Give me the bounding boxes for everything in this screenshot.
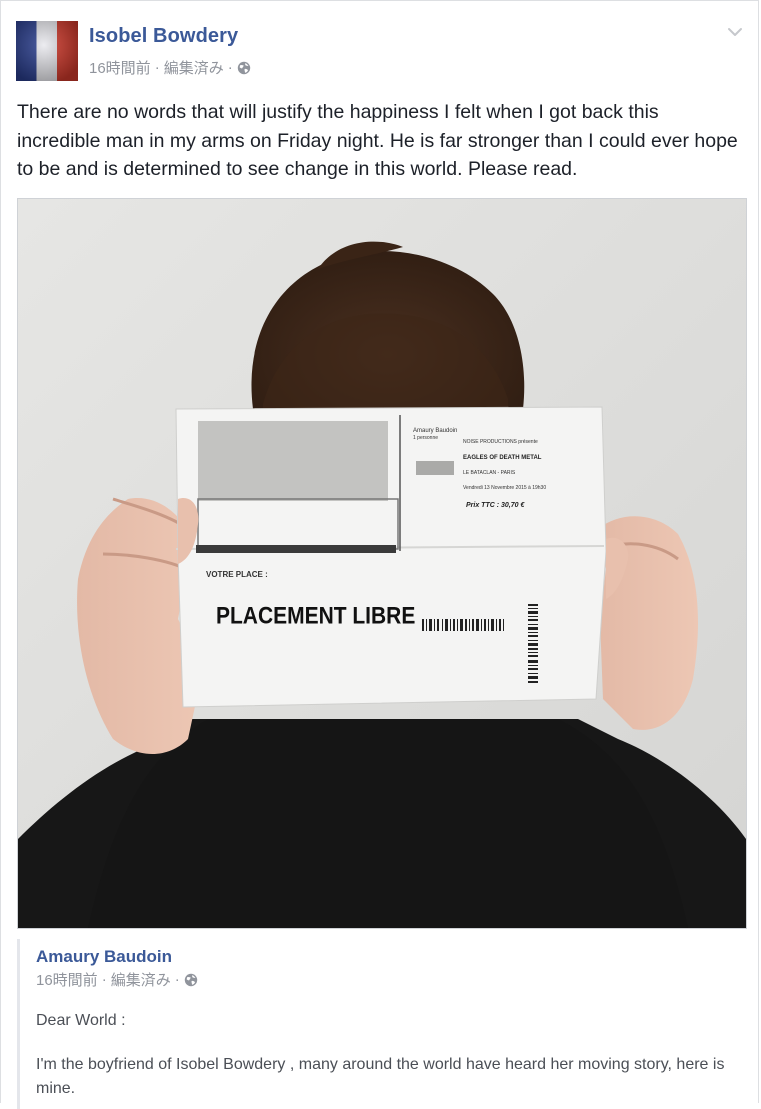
meta-separator: ·	[154, 59, 160, 76]
shared-post[interactable]: Amaury Baudoin 16時間前 · 編集済み · Dear World…	[17, 939, 747, 1109]
author-avatar[interactable]	[16, 21, 78, 81]
ticket-date: Vendredi 13 Novembre 2015 à 19h30	[463, 485, 546, 491]
shared-author-link[interactable]: Amaury Baudoin	[36, 947, 172, 967]
post-card: Isobel Bowdery 16時間前 · 編集済み · There are …	[0, 0, 759, 1109]
shared-greeting: Dear World :	[36, 1012, 126, 1029]
shared-meta: 16時間前 · 編集済み ·	[36, 969, 198, 990]
shared-body-text: I'm the boyfriend of Isobel Bowdery , ma…	[36, 1056, 725, 1097]
ticket-venue: LE BATACLAN - PARIS	[463, 470, 516, 476]
shared-edited-label[interactable]: 編集済み	[111, 969, 171, 990]
post-text: There are no words that will justify the…	[17, 101, 738, 180]
meta-separator: ·	[101, 971, 107, 988]
ticket-placement: PLACEMENT LIBRE	[216, 602, 415, 629]
globe-icon[interactable]	[184, 973, 198, 987]
meta-separator: ·	[227, 59, 233, 76]
post-timestamp[interactable]: 16時間前	[89, 57, 151, 78]
chevron-down-icon[interactable]	[726, 23, 744, 41]
ticket-price: Prix TTC : 30,70 €	[466, 502, 525, 509]
ticket-band: EAGLES OF DEATH METAL	[463, 455, 542, 461]
post-meta: 16時間前 · 編集済み ·	[89, 57, 251, 78]
author-name-link[interactable]: Isobel Bowdery	[89, 25, 238, 48]
meta-separator: ·	[174, 971, 180, 988]
post-photo[interactable]: Amaury Baudoin 1 personne NOISE PRODUCTI…	[17, 198, 747, 929]
ticket-presenter: NOISE PRODUCTIONS présente	[463, 439, 538, 445]
globe-icon[interactable]	[237, 61, 251, 75]
ticket-name: Amaury Baudoin	[413, 428, 457, 434]
ticket-place-label: VOTRE PLACE :	[206, 570, 268, 579]
ticket-persons: 1 personne	[413, 435, 438, 441]
shared-timestamp[interactable]: 16時間前	[36, 969, 98, 990]
edited-label[interactable]: 編集済み	[164, 57, 224, 78]
